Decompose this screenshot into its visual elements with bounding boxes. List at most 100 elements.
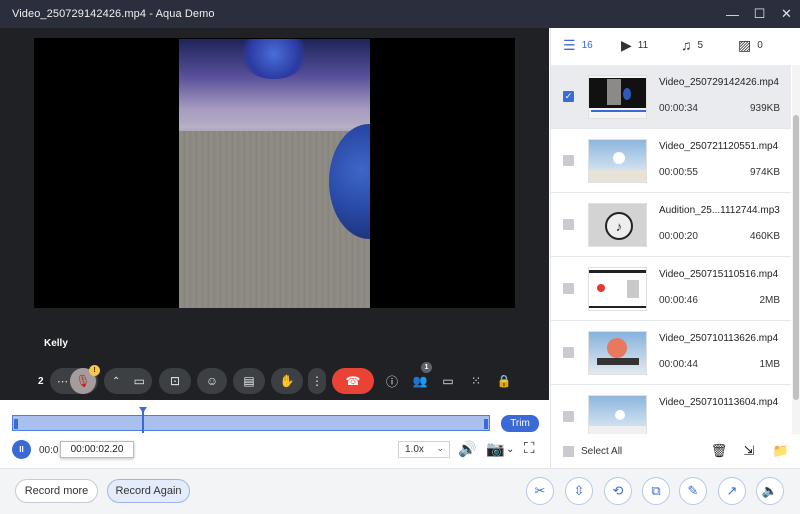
captions-button[interactable]: ▤ bbox=[233, 368, 265, 394]
playhead[interactable] bbox=[139, 407, 147, 433]
move-to-folder-icon[interactable]: ⇲ bbox=[739, 441, 759, 461]
file-name: Video_250710113626.mp4 bbox=[659, 333, 779, 344]
maximize-button[interactable]: ☐ bbox=[746, 0, 773, 28]
scissors-icon[interactable]: ✂ bbox=[526, 477, 554, 505]
file-size: 974KB bbox=[749, 167, 780, 178]
file-list: ✓ Video_250729142426.mp4 00:00:34 939KB … bbox=[551, 65, 791, 448]
speaker-name: Kelly bbox=[44, 338, 68, 349]
file-row[interactable]: Video_250715110516.mp4 00:00:46 2MB bbox=[551, 257, 791, 321]
snapshot-dropdown-icon[interactable]: ⌄ bbox=[506, 444, 514, 455]
file-size: 1MB bbox=[759, 359, 780, 370]
file-checkbox[interactable] bbox=[563, 219, 574, 230]
tab-image[interactable]: ▨ 0 bbox=[738, 37, 763, 54]
edit-icon[interactable]: ✎ bbox=[679, 477, 707, 505]
camera-pill[interactable]: ⌃ ▭ bbox=[104, 368, 152, 394]
more-vert-button[interactable]: ⋮ bbox=[308, 368, 326, 394]
file-duration: 00:00:44 bbox=[659, 359, 698, 370]
tab-all-count: 16 bbox=[581, 40, 593, 51]
people-icon[interactable]: 👥 bbox=[410, 371, 430, 391]
chevron-up-icon[interactable]: ⌃ bbox=[112, 376, 120, 387]
timeline-track[interactable] bbox=[12, 415, 490, 431]
raise-hand-icon: ✋ bbox=[279, 374, 295, 388]
window-title: Video_250729142426.mp4 - Aqua Demo bbox=[12, 8, 215, 20]
file-duration: 00:00:20 bbox=[659, 231, 698, 242]
file-thumbnail bbox=[588, 331, 647, 375]
emoji-button[interactable]: ☺ bbox=[197, 368, 227, 394]
image-icon: ▨ bbox=[738, 37, 752, 53]
pause-button[interactable]: II bbox=[12, 440, 31, 459]
video-icon: ▶ bbox=[621, 37, 632, 53]
convert-icon[interactable]: ⟲ bbox=[604, 477, 632, 505]
minimize-button[interactable]: — bbox=[719, 0, 746, 28]
video-preview[interactable]: Kelly 2 ⋯ 🎙 ! ⌃ ▭ ⊡ ☺ ▤ ✋ ⋮ ☎ ⓘ 👥 1 ▭ ⁙ … bbox=[0, 28, 549, 400]
music-icon: ♫ bbox=[681, 37, 692, 53]
current-time: 00:0 bbox=[39, 445, 59, 456]
file-name: Video_250710113604.mp4 bbox=[659, 397, 779, 408]
file-thumbnail bbox=[588, 75, 647, 119]
video-frame-container bbox=[34, 38, 515, 308]
hang-up-button[interactable]: ☎ bbox=[332, 368, 374, 394]
add-audio-icon[interactable]: 🔈 bbox=[756, 477, 784, 505]
file-row[interactable]: ✓ Video_250729142426.mp4 00:00:34 939KB bbox=[551, 65, 791, 129]
file-checkbox[interactable] bbox=[563, 347, 574, 358]
fullscreen-icon[interactable]: ⛶ bbox=[524, 440, 535, 457]
captions-icon: ▤ bbox=[243, 374, 255, 388]
select-all-checkbox[interactable] bbox=[563, 446, 574, 457]
compress-icon[interactable]: ⇳ bbox=[565, 477, 593, 505]
tab-audio[interactable]: ♫ 5 bbox=[681, 37, 703, 53]
file-checkbox[interactable] bbox=[563, 283, 574, 294]
time-tooltip: 00:00:02.20 bbox=[60, 441, 134, 458]
media-tabs: ☰ 16 ▶ 11 ♫ 5 ▨ 0 bbox=[551, 28, 800, 63]
present-button[interactable]: ⊡ bbox=[159, 368, 191, 394]
file-checkbox[interactable] bbox=[563, 411, 574, 422]
file-panel-footer: Select All 🗑 ⇲ 📁 bbox=[551, 434, 800, 468]
file-size: 460KB bbox=[749, 231, 780, 242]
chat-icon[interactable]: ▭ bbox=[438, 371, 458, 391]
merge-icon[interactable]: ⧉ bbox=[642, 477, 670, 505]
more-options-icon: ⋯ bbox=[57, 375, 68, 388]
file-duration: 00:00:55 bbox=[659, 167, 698, 178]
tab-all[interactable]: ☰ 16 bbox=[563, 37, 593, 54]
trim-button[interactable]: Trim bbox=[501, 415, 539, 432]
speed-select[interactable]: 1.0x ⌄ bbox=[398, 441, 450, 458]
folder-icon[interactable]: 📁 bbox=[771, 441, 791, 461]
participants-count: 2 bbox=[38, 375, 44, 387]
file-checkbox[interactable] bbox=[563, 155, 574, 166]
emoji-icon: ☺ bbox=[205, 374, 219, 388]
camera-snapshot-icon[interactable]: 📷 bbox=[486, 440, 505, 458]
file-size: 939KB bbox=[749, 103, 780, 114]
list-icon: ☰ bbox=[563, 37, 576, 53]
more-vert-icon: ⋮ bbox=[311, 374, 323, 388]
share-icon[interactable]: ↗ bbox=[718, 477, 746, 505]
file-row[interactable]: Video_250721120551.mp4 00:00:55 974KB bbox=[551, 129, 791, 193]
window-controls: — ☐ ✕ bbox=[719, 0, 800, 28]
file-row[interactable]: Video_250710113626.mp4 00:00:44 1MB bbox=[551, 321, 791, 385]
file-duration: 00:00:34 bbox=[659, 103, 698, 114]
title-bar: Video_250729142426.mp4 - Aqua Demo — ☐ ✕ bbox=[0, 0, 800, 28]
music-note-icon: ♪ bbox=[605, 212, 633, 240]
people-badge: 1 bbox=[421, 362, 432, 373]
trim-start-handle[interactable] bbox=[14, 419, 18, 429]
host-controls-icon[interactable]: 🔒 bbox=[494, 371, 514, 391]
volume-icon[interactable]: 🔊 bbox=[458, 440, 477, 458]
trash-icon[interactable]: 🗑 bbox=[709, 441, 729, 461]
file-name: Audition_25...1112744.mp3 bbox=[659, 205, 780, 216]
file-name: Video_250729142426.mp4 bbox=[659, 77, 779, 88]
file-checkbox[interactable]: ✓ bbox=[563, 91, 574, 102]
present-icon: ⊡ bbox=[169, 374, 181, 388]
video-light bbox=[239, 39, 309, 79]
file-list-scrollbar[interactable] bbox=[792, 65, 800, 448]
record-again-button[interactable]: Record Again bbox=[107, 479, 190, 503]
file-row[interactable]: ♪ Audition_25...1112744.mp3 00:00:20 460… bbox=[551, 193, 791, 257]
info-icon[interactable]: ⓘ bbox=[382, 371, 402, 391]
record-more-button[interactable]: Record more bbox=[15, 479, 98, 503]
video-edge bbox=[179, 125, 370, 128]
activities-icon[interactable]: ⁙ bbox=[466, 371, 486, 391]
camera-icon[interactable]: ▭ bbox=[134, 374, 145, 388]
trim-end-handle[interactable] bbox=[484, 419, 488, 429]
raise-hand-button[interactable]: ✋ bbox=[271, 368, 303, 394]
close-button[interactable]: ✕ bbox=[773, 0, 800, 28]
tab-video[interactable]: ▶ 11 bbox=[621, 37, 648, 54]
scrollbar-thumb[interactable] bbox=[793, 115, 799, 400]
select-all-label[interactable]: Select All bbox=[581, 446, 622, 457]
